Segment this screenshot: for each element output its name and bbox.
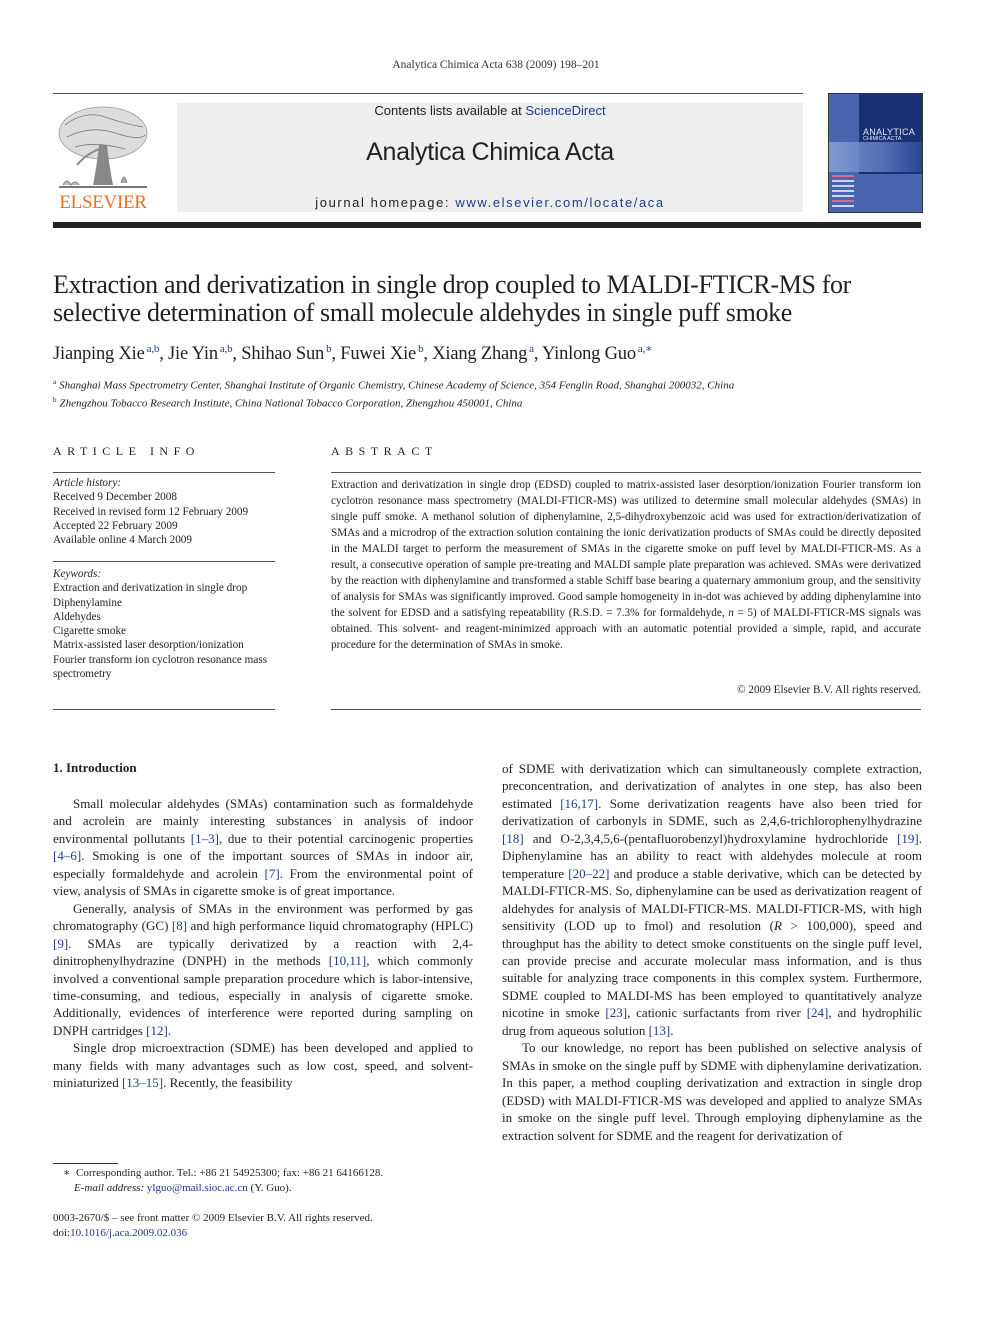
paragraph: Small molecular aldehydes (SMAs) contami…	[53, 796, 473, 899]
header-rule	[53, 93, 803, 94]
affiliation: b Zhengzhou Tobacco Research Institute, C…	[53, 393, 933, 411]
history-item: Accepted 22 February 2009	[53, 519, 178, 532]
paragraph: Single drop microextraction (SDME) has b…	[53, 1040, 473, 1091]
journal-cover-thumbnail[interactable]: ANALYTICA CHIMICA ACTA	[828, 93, 923, 213]
author-affiliation-mark[interactable]: b	[326, 343, 332, 355]
keywords: Keywords: Extraction and derivatization …	[53, 567, 275, 681]
journal-banner: Contents lists available at ScienceDirec…	[177, 103, 803, 212]
author-name[interactable]: Jianping Xie	[53, 344, 145, 364]
keyword: Fourier transform ion cyclotron resonanc…	[53, 653, 268, 681]
affiliation-text: Shanghai Mass Spectrometry Center, Shang…	[59, 379, 735, 392]
tree-logo-icon	[58, 106, 148, 188]
article-history: Article history: Received 9 December 200…	[53, 476, 275, 547]
author-affiliation-mark[interactable]: a,b	[220, 343, 233, 355]
citation-link[interactable]: [12]	[146, 1023, 168, 1038]
history-item: Available online 4 March 2009	[53, 534, 192, 547]
affiliations: a Shanghai Mass Spectrometry Center, Shan…	[53, 375, 933, 410]
paragraph: To our knowledge, no report has been pub…	[502, 1040, 922, 1143]
email-link[interactable]: ylguo@mail.sioc.ac.cn	[147, 1182, 248, 1194]
citation-link[interactable]: [13]	[649, 1023, 671, 1038]
author-name[interactable]: Yinlong Guo	[542, 344, 636, 364]
section-heading-introduction: 1. Introduction	[53, 760, 137, 775]
history-item: Received in revised form 12 February 200…	[53, 505, 249, 518]
keywords-label: Keywords:	[53, 568, 102, 580]
citation-link[interactable]: [10,11]	[329, 953, 366, 968]
paragraph: Generally, analysis of SMAs in the envir…	[53, 900, 473, 1038]
affiliation: a Shanghai Mass Spectrometry Center, Shan…	[53, 375, 933, 393]
doi-link[interactable]: 10.1016/j.aca.2009.02.036	[70, 1227, 187, 1239]
homepage-prefix: journal homepage:	[315, 195, 456, 210]
abstract-end-rule	[331, 709, 921, 710]
paragraph: of SDME with derivatization which can si…	[502, 761, 922, 1038]
running-head: Analytica Chimica Acta 638 (2009) 198–20…	[392, 59, 600, 71]
keywords-rule	[53, 561, 275, 562]
citation-link[interactable]: [24]	[807, 1005, 829, 1020]
italic-symbol: R	[774, 918, 782, 934]
email-suffix: (Y. Guo).	[247, 1182, 292, 1194]
abstract-heading: ABSTRACT	[331, 444, 438, 458]
cover-contents-list	[832, 172, 854, 208]
corresponding-author: Corresponding author. Tel.: +86 21 54925…	[75, 1167, 384, 1179]
article-title: Extraction and derivatization in single …	[53, 270, 851, 327]
article-info-rule	[53, 472, 275, 473]
author-list: Jianping Xie a,b, Jie Yin a,b, Shihao Sun b…	[53, 343, 653, 364]
keyword: Cigarette smoke	[53, 625, 127, 638]
homepage-link[interactable]: www.elsevier.com/locate/aca	[455, 195, 664, 210]
journal-name: Analytica Chimica Acta	[366, 138, 614, 166]
footnote: ∗ Corresponding author. Tel.: +86 21 549…	[53, 1166, 473, 1196]
history-label: Article history:	[53, 477, 122, 489]
author-name[interactable]: Shihao Sun	[241, 344, 324, 364]
keyword: Matrix-assisted laser desorption/ionizat…	[53, 639, 244, 652]
citation-link[interactable]: [4–6]	[53, 848, 81, 863]
body-column-right: of SDME with derivatization which can si…	[502, 760, 922, 1144]
author-affiliation-mark[interactable]: b	[418, 343, 424, 355]
author-affiliation-mark[interactable]: a	[529, 343, 534, 355]
citation-link[interactable]: [16,17]	[560, 796, 598, 811]
abstract-text: Extraction and derivatization in single …	[331, 477, 921, 653]
author-name[interactable]: Fuwei Xie	[340, 344, 416, 364]
footnote-mark: ∗	[63, 1167, 71, 1179]
citation-link[interactable]: [9]	[53, 936, 68, 951]
citation-link[interactable]: [20–22]	[568, 866, 609, 881]
citation-link[interactable]: [8]	[172, 918, 187, 933]
affiliation-text: Zhengzhou Tobacco Research Institute, Ch…	[59, 397, 523, 410]
front-matter: 0003-2670/$ – see front matter © 2009 El…	[53, 1211, 473, 1241]
author-name[interactable]: Xiang Zhang	[432, 344, 527, 364]
article-info-end-rule	[53, 709, 275, 710]
email-label: E-mail address:	[74, 1182, 147, 1194]
author-name[interactable]: Jie Yin	[168, 344, 218, 364]
citation-link[interactable]: [1–3]	[191, 831, 219, 846]
publisher-wordmark: ELSEVIER	[59, 192, 147, 213]
citation-link[interactable]: [7]	[265, 866, 280, 881]
author-affiliation-mark[interactable]: a,b	[147, 343, 160, 355]
affiliation-mark: a	[53, 378, 57, 386]
citation-link[interactable]: [13–15]	[122, 1075, 163, 1090]
history-item: Received 9 December 2008	[53, 491, 177, 504]
abstract-rule	[331, 472, 921, 473]
cover-subtitle: CHIMICA ACTA	[863, 136, 902, 142]
abstract-part1: Extraction and derivatization in single …	[331, 479, 921, 619]
issn-line: 0003-2670/$ – see front matter © 2009 El…	[53, 1212, 373, 1224]
citation-link[interactable]: [23]	[605, 1005, 627, 1020]
keyword: Diphenylamine	[53, 596, 122, 609]
citation-link[interactable]: [19]	[897, 831, 919, 846]
journal-homepage: journal homepage: www.elsevier.com/locat…	[177, 195, 803, 210]
abstract-copyright: © 2009 Elsevier B.V. All rights reserved…	[737, 684, 921, 696]
footnote-rule	[53, 1163, 118, 1164]
keyword: Aldehydes	[53, 610, 101, 623]
publisher-logo[interactable]: ELSEVIER	[53, 103, 153, 213]
citation-link[interactable]: [18]	[502, 831, 524, 846]
affiliation-mark: b	[53, 395, 57, 404]
article-info-heading: ARTICLE INFO	[53, 444, 200, 458]
body-column-left: Small molecular aldehydes (SMAs) contami…	[53, 795, 473, 1092]
cover-photo	[829, 142, 922, 172]
keyword: Extraction and derivatization in single …	[53, 582, 248, 595]
contents-prefix: Contents lists available at	[374, 103, 526, 118]
author-affiliation-mark[interactable]: a,∗	[638, 343, 653, 355]
sciencedirect-link[interactable]: ScienceDirect	[525, 103, 605, 118]
doi-prefix: doi:	[53, 1227, 71, 1239]
contents-line: Contents lists available at ScienceDirec…	[177, 103, 803, 118]
masthead-divider	[53, 222, 921, 228]
